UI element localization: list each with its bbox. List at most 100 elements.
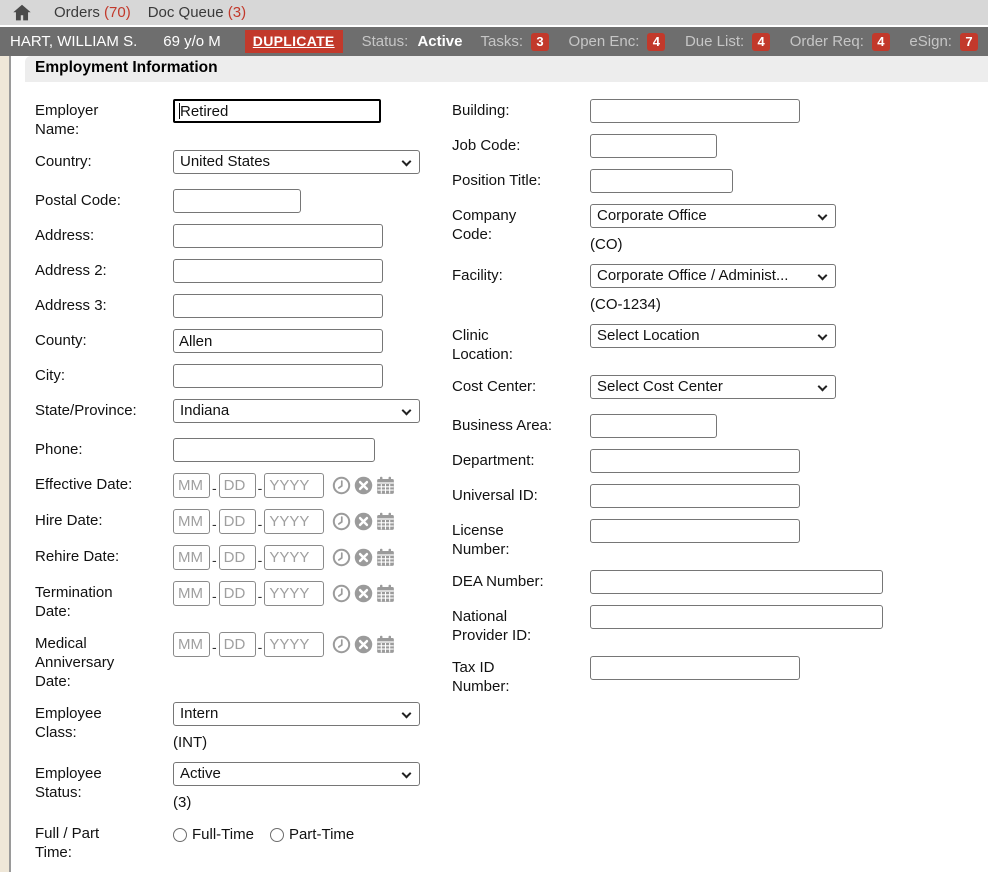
employee-class-select[interactable]: Intern: [173, 702, 420, 726]
address-2-input[interactable]: [173, 259, 383, 283]
position-title-input[interactable]: [590, 169, 733, 193]
universal-id-label: Universal ID:: [452, 484, 590, 508]
building-input[interactable]: [590, 99, 800, 123]
full-part-time-option-0[interactable]: Full-Time: [173, 826, 254, 843]
clear-icon[interactable]: [354, 548, 373, 567]
full-part-time-option-label: Full-Time: [192, 826, 254, 843]
calendar-icon[interactable]: [376, 476, 395, 495]
rehire-date-day-input[interactable]: [219, 545, 256, 570]
esign-count-badge[interactable]: 7: [960, 33, 978, 51]
orders-count: (70): [104, 4, 131, 21]
dea-number-input[interactable]: [590, 570, 883, 594]
form-column-left: Employer Name:Country:United StatesPosta…: [35, 99, 440, 874]
calendar-icon[interactable]: [376, 548, 395, 567]
effective-date-year-input[interactable]: [264, 473, 324, 498]
address-3-control: [173, 294, 440, 318]
country-control: United States: [173, 150, 440, 178]
state-province-control: Indiana: [173, 399, 440, 427]
country-select[interactable]: United States: [173, 150, 420, 174]
department-input-wrap: [590, 449, 800, 473]
employer-name-control: [173, 99, 440, 139]
calendar-icon[interactable]: [376, 584, 395, 603]
postal-code-label: Postal Code:: [35, 189, 173, 213]
medical-anniversary-date-month-input[interactable]: [173, 632, 210, 657]
county-input[interactable]: [173, 329, 383, 353]
clinic-location-select[interactable]: Select Location: [590, 324, 836, 348]
city-input[interactable]: [173, 364, 383, 388]
full-part-time-option-1[interactable]: Part-Time: [270, 826, 354, 843]
effective-date-month-input[interactable]: [173, 473, 210, 498]
termination-date-day-input[interactable]: [219, 581, 256, 606]
clock-icon[interactable]: [332, 635, 351, 654]
clock-icon[interactable]: [332, 584, 351, 603]
termination-date-month-input[interactable]: [173, 581, 210, 606]
national-provider-id-label: National Provider ID:: [452, 605, 590, 645]
universal-id-input[interactable]: [590, 484, 800, 508]
cost-center-select[interactable]: Select Cost Center: [590, 375, 836, 399]
open-enc-count-badge[interactable]: 4: [647, 33, 665, 51]
facility-label: Facility:: [452, 264, 590, 313]
termination-date-year-input[interactable]: [264, 581, 324, 606]
clock-icon[interactable]: [332, 548, 351, 567]
due-list-count-badge[interactable]: 4: [752, 33, 770, 51]
full-part-time-radio-group: Full-Time Part-Time: [173, 822, 440, 843]
county-control: [173, 329, 440, 353]
company-code-select[interactable]: Corporate Office: [590, 204, 836, 228]
radio-button-icon[interactable]: [270, 828, 284, 842]
address-2-label: Address 2:: [35, 259, 173, 283]
field-row-department: Department:: [452, 449, 987, 473]
state-province-select[interactable]: Indiana: [173, 399, 420, 423]
tasks-count-badge[interactable]: 3: [531, 33, 549, 51]
city-control: [173, 364, 440, 388]
duplicate-button[interactable]: DUPLICATE: [245, 30, 343, 53]
company-code-select-value: Corporate Office: [591, 205, 835, 227]
clock-icon[interactable]: [332, 476, 351, 495]
employer-name-input[interactable]: [173, 99, 381, 123]
clear-icon[interactable]: [354, 512, 373, 531]
business-area-input[interactable]: [590, 414, 717, 438]
clear-icon[interactable]: [354, 584, 373, 603]
employee-status-select[interactable]: Active: [173, 762, 420, 786]
tax-id-number-input[interactable]: [590, 656, 800, 680]
phone-input[interactable]: [173, 438, 375, 462]
rehire-date-month-input[interactable]: [173, 545, 210, 570]
section-title: Employment Information: [35, 59, 988, 77]
nav-link-orders[interactable]: Orders (70): [54, 4, 131, 21]
clear-icon[interactable]: [354, 635, 373, 654]
country-label: Country:: [35, 150, 173, 178]
field-row-national-provider-id: National Provider ID:: [452, 605, 987, 645]
open-enc-label: Open Enc:: [569, 33, 640, 50]
facility-select[interactable]: Corporate Office / Administ...: [590, 264, 836, 288]
order-req-label: Order Req:: [790, 33, 864, 50]
nav-link-doc-queue[interactable]: Doc Queue (3): [148, 4, 246, 21]
rehire-date-year-input[interactable]: [264, 545, 324, 570]
job-code-input[interactable]: [590, 134, 717, 158]
national-provider-id-control: [590, 605, 987, 645]
clear-icon[interactable]: [354, 476, 373, 495]
address-input[interactable]: [173, 224, 383, 248]
clock-icon[interactable]: [332, 512, 351, 531]
home-icon[interactable]: [11, 2, 33, 24]
dea-number-label: DEA Number:: [452, 570, 590, 594]
business-area-control: [590, 414, 987, 438]
hire-date-month-input[interactable]: [173, 509, 210, 534]
country-select-value: United States: [174, 151, 419, 173]
address-3-input[interactable]: [173, 294, 383, 318]
department-input[interactable]: [590, 449, 800, 473]
calendar-icon[interactable]: [376, 635, 395, 654]
field-row-address-3: Address 3:: [35, 294, 440, 318]
hire-date-year-input[interactable]: [264, 509, 324, 534]
national-provider-id-input[interactable]: [590, 605, 883, 629]
effective-date-day-input[interactable]: [219, 473, 256, 498]
radio-button-icon[interactable]: [173, 828, 187, 842]
order-req-count-badge[interactable]: 4: [872, 33, 890, 51]
department-control: [590, 449, 987, 473]
medical-anniversary-date-day-input[interactable]: [219, 632, 256, 657]
postal-code-input[interactable]: [173, 189, 301, 213]
rehire-date-control: --: [173, 545, 440, 570]
license-number-input[interactable]: [590, 519, 800, 543]
calendar-icon[interactable]: [376, 512, 395, 531]
hire-date-day-input[interactable]: [219, 509, 256, 534]
medical-anniversary-date-year-input[interactable]: [264, 632, 324, 657]
due-list-counter: Due List:4: [685, 33, 770, 51]
